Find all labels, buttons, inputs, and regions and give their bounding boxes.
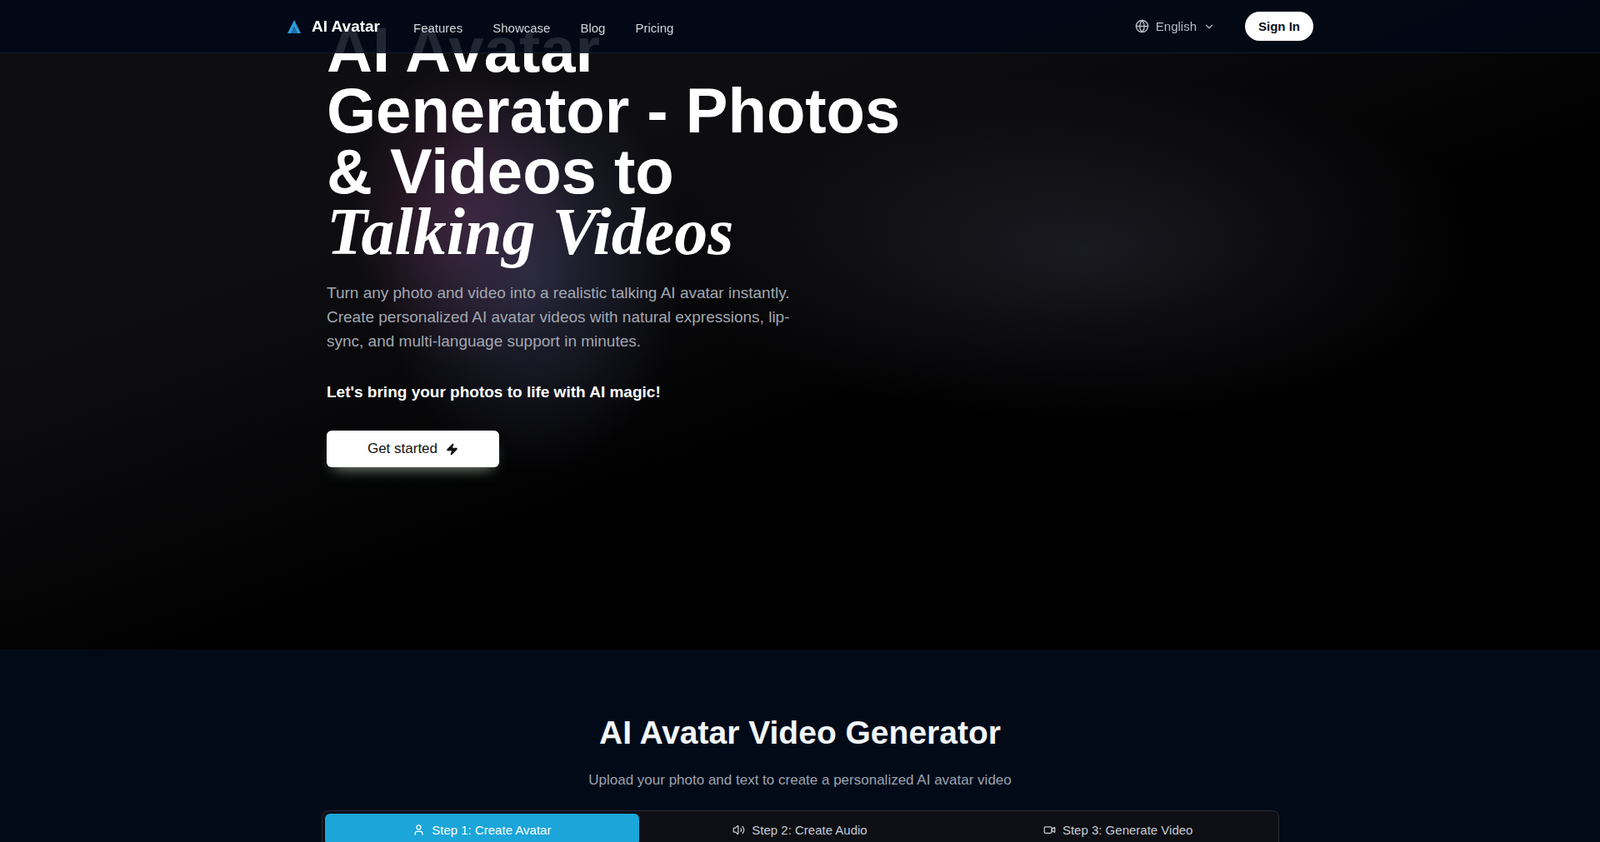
step-tab[interactable]: Step 2: Create Audio <box>642 814 958 842</box>
nav-link[interactable]: Blog <box>580 17 605 35</box>
step-tab-label: Step 1: Create Avatar <box>431 823 551 838</box>
step-tab[interactable]: Step 1: Create Avatar <box>325 814 640 842</box>
hero-title-accent: Talking Videos <box>326 201 900 263</box>
logo[interactable]: AI Avatar <box>286 17 380 36</box>
hero-title-line: Generator - Photos <box>326 80 900 141</box>
bolt-icon <box>445 443 459 456</box>
hero: AI Avatar Generator - Photos& Videos toTa… <box>0 0 1600 650</box>
top-bar: AI Avatar Features Showcase Blog Pricing Engl… <box>0 0 1600 54</box>
get-started-button[interactable]: Get started <box>326 430 500 468</box>
nav-link[interactable]: Pricing <box>635 17 674 35</box>
main-nav: Features Showcase Blog Pricing <box>413 17 1130 35</box>
hero-tagline: Let's bring your photos to life with AI … <box>326 380 661 405</box>
hero-description: Turn any photo and video into a realisti… <box>326 280 810 354</box>
step-tab-label: Step 2: Create Audio <box>751 823 867 838</box>
section-title: AI Avatar Video Generator <box>599 713 1001 754</box>
globe-icon <box>1135 19 1150 34</box>
logo-icon <box>286 19 302 35</box>
video-icon <box>1043 824 1056 837</box>
speaker-icon <box>732 824 745 837</box>
top-bar-content: AI Avatar Features Showcase Blog Pricing Engl… <box>286 0 1314 53</box>
user-icon <box>412 824 425 837</box>
generator-section: AI Avatar Video Generator Upload your pho… <box>0 650 1600 842</box>
hero-title-line: & Videos to <box>326 140 900 202</box>
step-tab-label: Step 3: Generate Video <box>1062 823 1194 838</box>
language-label: English <box>1155 19 1197 34</box>
hero-content: AI AvatarGenerator - Photos& Videos toTa… <box>326 0 1274 468</box>
nav-link[interactable]: Features <box>413 17 463 35</box>
section-subtitle: Upload your photo and text to create a p… <box>588 771 1012 790</box>
nav-link[interactable]: Showcase <box>492 17 550 35</box>
step-tab[interactable]: Step 3: Generate Video <box>960 814 1276 842</box>
chevron-down-icon <box>1203 20 1215 33</box>
cta-label: Get started <box>367 440 438 458</box>
step-tabs: Step 1: Create Avatar Step 2: Create Audi… <box>321 810 1280 842</box>
sign-in-button[interactable]: Sign In <box>1245 11 1314 41</box>
hero-title: AI AvatarGenerator - Photos& Videos toTa… <box>326 19 900 263</box>
language-select[interactable]: English <box>1130 18 1220 35</box>
logo-text: AI Avatar <box>311 17 380 36</box>
